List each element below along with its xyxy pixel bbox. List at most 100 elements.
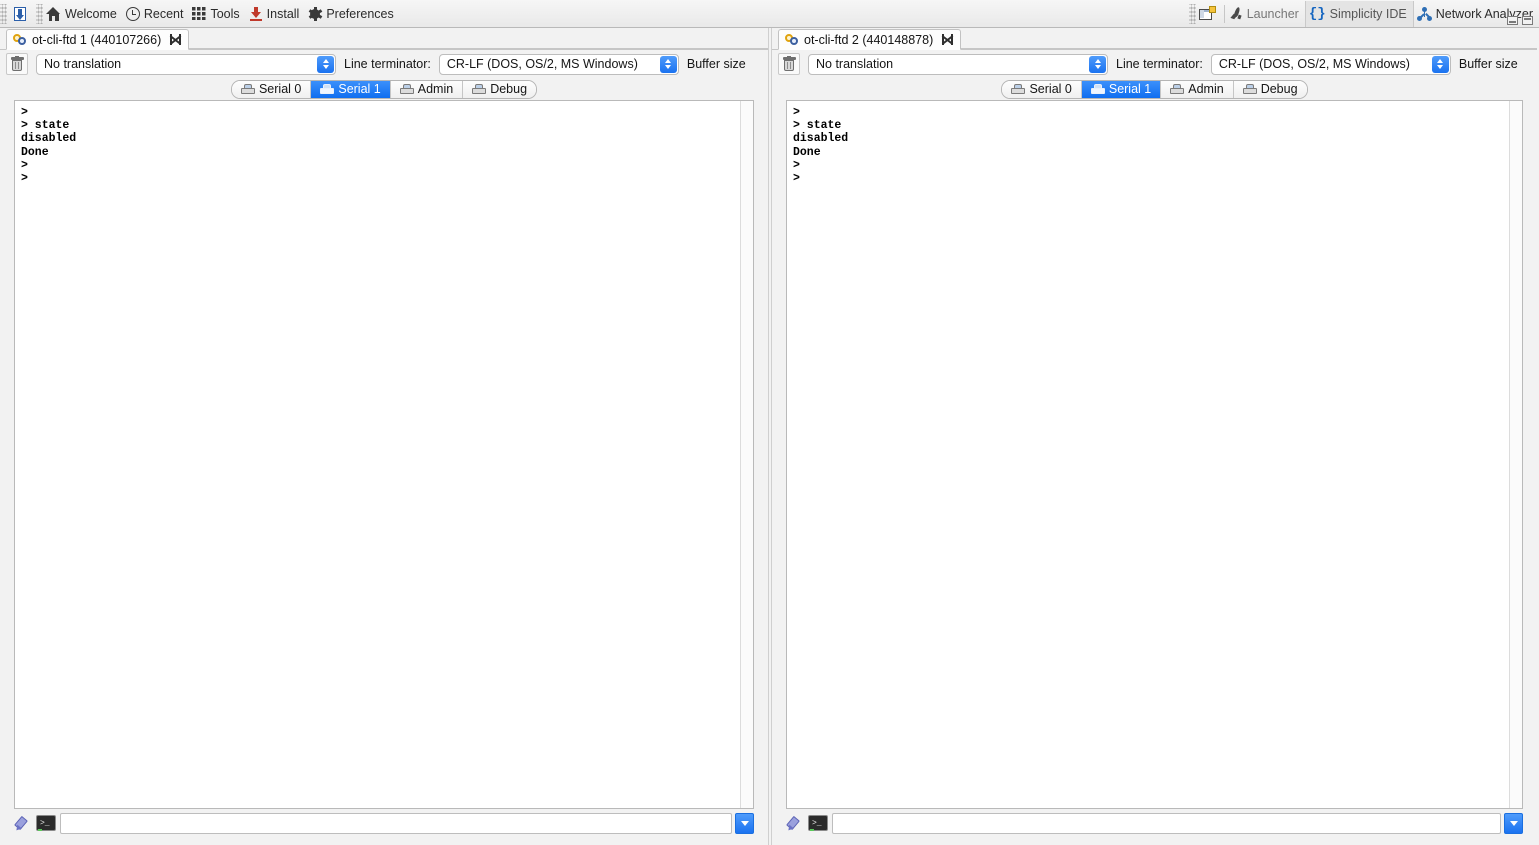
chip-flash-icon bbox=[10, 5, 30, 23]
perspective-simplicity-ide-label: Simplicity IDE bbox=[1329, 7, 1407, 21]
toolbar-item-install[interactable]: Install bbox=[246, 1, 306, 27]
serial-port-icon bbox=[1242, 84, 1257, 94]
toolbar-item-preferences[interactable]: Preferences bbox=[305, 1, 399, 27]
perspective-simplicity-ide[interactable]: {} Simplicity IDE bbox=[1304, 1, 1414, 27]
serial-tab-group-2: Serial 0 Serial 1 Admin Debug bbox=[1001, 79, 1308, 99]
serial-tab-label: Admin bbox=[417, 82, 454, 96]
toolbar-right-group: Launcher {} Simplicity IDE Network Analy… bbox=[1188, 0, 1539, 28]
clear-console-button-2[interactable] bbox=[778, 53, 800, 75]
braces-icon: {} bbox=[1308, 6, 1326, 22]
terminal-output-area-2[interactable]: > > state disabled Done > > bbox=[786, 100, 1523, 809]
toolbar-left-group: Welcome Recent Tools Install Preferences bbox=[0, 0, 400, 28]
new-perspective-icon bbox=[1198, 5, 1216, 22]
command-input-1[interactable] bbox=[60, 812, 732, 834]
toolbar-item-welcome[interactable]: Welcome bbox=[43, 1, 123, 27]
console-toolbar-2: No translation Line terminator: CR-LF (D… bbox=[772, 50, 1537, 78]
translation-select-2[interactable]: No translation bbox=[808, 53, 1108, 75]
serial-tab-label: Serial 0 bbox=[1029, 82, 1072, 96]
edit-pencil-icon[interactable] bbox=[786, 814, 804, 833]
serial-port-icon bbox=[1090, 84, 1105, 94]
toolbar-item-tools-label: Tools bbox=[210, 6, 240, 21]
terminal-scrollbar-1[interactable] bbox=[740, 101, 753, 808]
edit-pencil-icon[interactable] bbox=[14, 814, 32, 833]
pane-bottom-padding-1 bbox=[0, 839, 768, 845]
serial-tabs-row-1: Serial 0 Serial 1 Admin Debug bbox=[0, 78, 768, 100]
terminal-text-1: > > state disabled Done > > bbox=[21, 106, 77, 186]
translation-select-1[interactable]: No translation bbox=[36, 53, 336, 75]
command-input-bar-2: >_ bbox=[772, 809, 1537, 839]
toolbar-item-install-label: Install bbox=[266, 6, 300, 21]
terminal-scrollbar-2[interactable] bbox=[1509, 101, 1522, 808]
serial-tab-label: Admin bbox=[1188, 82, 1224, 96]
toolbar-item-preferences-label: Preferences bbox=[326, 6, 394, 21]
view-tab-strip-2: ot-cli-ftd 2 (440148878) bbox=[772, 16, 1537, 50]
console-toolbar-1: No translation Line terminator: CR-LF (D… bbox=[0, 50, 768, 78]
serial-tab-label: Serial 0 bbox=[258, 82, 302, 96]
command-history-dropdown-1[interactable] bbox=[735, 812, 754, 834]
toolbar-item-recent-label: Recent bbox=[143, 6, 184, 21]
serial-tab-admin-pane2[interactable]: Admin bbox=[1161, 80, 1234, 98]
view-tab-title-1: ot-cli-ftd 1 (440107266) bbox=[32, 32, 162, 47]
toolbar-chip-flash-button[interactable] bbox=[7, 1, 36, 27]
line-terminator-select-2[interactable]: CR-LF (DOS, OS/2, MS Windows) bbox=[1210, 53, 1451, 75]
terminal-icon[interactable]: >_ bbox=[807, 814, 829, 833]
serial-port-icon bbox=[320, 84, 335, 94]
toolbar-divider bbox=[1223, 5, 1225, 23]
serial-port-icon bbox=[472, 84, 487, 94]
trash-icon bbox=[782, 55, 796, 71]
terminal-icon[interactable]: >_ bbox=[35, 814, 57, 833]
close-icon[interactable] bbox=[942, 34, 954, 45]
chevron-updown-icon[interactable] bbox=[317, 55, 334, 73]
serial-tabs-row-2: Serial 0 Serial 1 Admin Debug bbox=[772, 78, 1537, 100]
chevron-updown-icon[interactable] bbox=[1431, 55, 1449, 73]
serial-tab-debug-pane1[interactable]: Debug bbox=[463, 80, 537, 98]
clock-icon bbox=[125, 6, 140, 21]
command-input-bar-1: >_ bbox=[0, 809, 768, 839]
chevron-updown-icon[interactable] bbox=[659, 55, 677, 73]
serial-tab-debug-pane2[interactable]: Debug bbox=[1233, 80, 1307, 98]
toolbar-grip-handle[interactable] bbox=[0, 3, 7, 24]
serial-tab-label: Debug bbox=[490, 82, 528, 96]
serial-tab-admin-pane1[interactable]: Admin bbox=[390, 80, 464, 98]
command-input-2[interactable] bbox=[832, 812, 1501, 834]
terminal-text-2: > > state disabled Done > > bbox=[793, 106, 849, 186]
command-history-dropdown-2[interactable] bbox=[1504, 812, 1523, 834]
buffer-size-label-1: Buffer size bbox=[686, 57, 746, 71]
serial-tab-serial-1-pane1[interactable]: Serial 1 bbox=[311, 80, 391, 98]
toolbar-item-welcome-label: Welcome bbox=[65, 6, 117, 21]
clear-console-button-1[interactable] bbox=[6, 53, 28, 75]
view-tab-ot-cli-ftd-1[interactable]: ot-cli-ftd 1 (440107266) bbox=[6, 29, 190, 50]
terminal-output-area-1[interactable]: > > state disabled Done > > bbox=[14, 100, 754, 809]
gear-icon bbox=[308, 6, 323, 21]
maximize-button[interactable] bbox=[1522, 16, 1533, 25]
network-icon bbox=[1416, 7, 1432, 21]
home-icon bbox=[46, 6, 61, 21]
toolbar-item-tools[interactable]: Tools bbox=[189, 1, 245, 27]
trash-icon bbox=[10, 55, 24, 71]
view-tab-ot-cli-ftd-2[interactable]: ot-cli-ftd 2 (440148878) bbox=[778, 29, 962, 50]
grid-icon bbox=[192, 7, 207, 20]
view-tab-strip-1: ot-cli-ftd 1 (440107266) bbox=[0, 28, 768, 50]
console-pane-1: ot-cli-ftd 1 (440107266) No translation … bbox=[0, 28, 768, 845]
view-tab-filler-2 bbox=[961, 28, 1537, 49]
serial-tab-label: Serial 1 bbox=[1108, 82, 1152, 96]
close-icon[interactable] bbox=[170, 34, 182, 45]
chevron-updown-icon[interactable] bbox=[1089, 55, 1106, 73]
open-perspective-button[interactable] bbox=[1196, 1, 1221, 27]
console-pane-2: ot-cli-ftd 2 (440148878) No translation … bbox=[772, 16, 1537, 845]
line-terminator-select-1[interactable]: CR-LF (DOS, OS/2, MS Windows) bbox=[438, 53, 679, 75]
serial-tab-serial-0-pane1[interactable]: Serial 0 bbox=[231, 80, 312, 98]
view-tab-filler-1 bbox=[189, 28, 768, 49]
perspective-launcher[interactable]: Launcher bbox=[1228, 1, 1305, 27]
perspective-grip-handle[interactable] bbox=[1188, 4, 1196, 24]
serial-tab-serial-0-pane2[interactable]: Serial 0 bbox=[1002, 80, 1082, 98]
pane-bottom-padding-2 bbox=[772, 839, 1537, 845]
toolbar-grip-handle-2[interactable] bbox=[36, 3, 43, 24]
minimize-button[interactable] bbox=[1507, 16, 1518, 25]
serial-port-icon bbox=[1170, 84, 1185, 94]
serial-tab-serial-1-pane2[interactable]: Serial 1 bbox=[1081, 80, 1162, 98]
view-tab-title-2: ot-cli-ftd 2 (440148878) bbox=[804, 32, 934, 47]
toolbar-item-recent[interactable]: Recent bbox=[123, 1, 190, 27]
serial-port-icon bbox=[240, 84, 255, 94]
serial-tab-group-1: Serial 0 Serial 1 Admin Debug bbox=[230, 79, 538, 99]
